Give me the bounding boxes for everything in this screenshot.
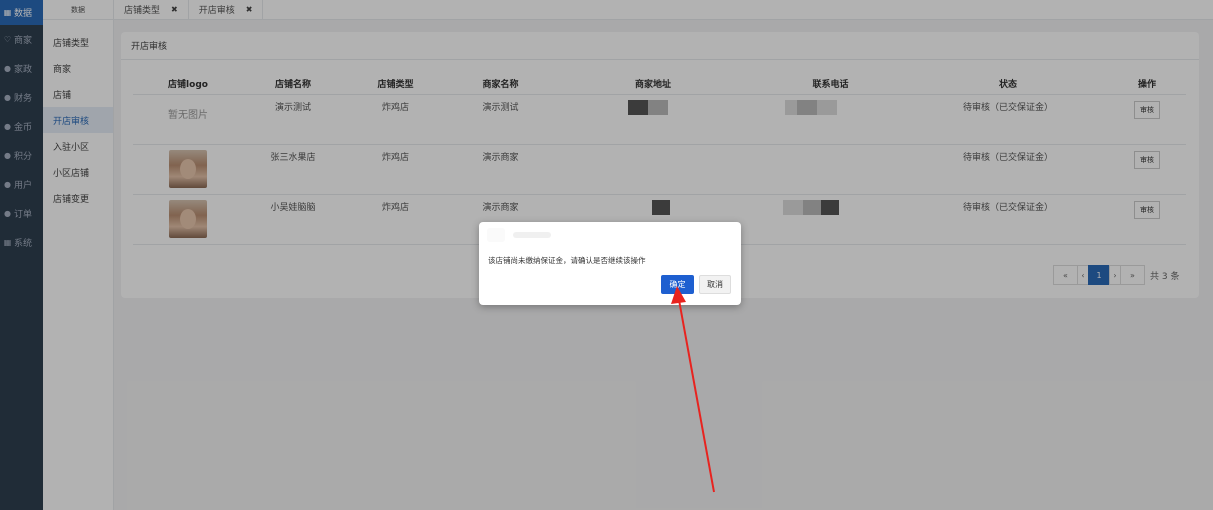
- arrow-head: [671, 286, 686, 304]
- annotation-arrow: [671, 286, 715, 493]
- arrow-shaft: [678, 299, 715, 493]
